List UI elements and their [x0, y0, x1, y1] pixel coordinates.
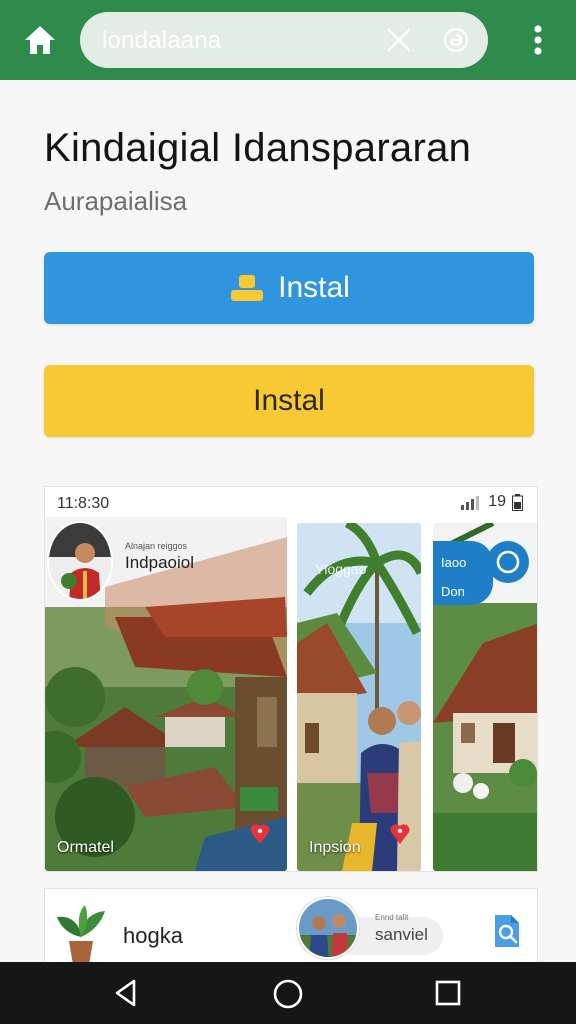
page-title: Kindaigial Idanspararan	[44, 126, 472, 170]
panel-2-label: Yloggao	[315, 561, 367, 577]
panel-2-caption: Inpsion	[309, 839, 361, 856]
user-chip-avatar	[297, 897, 359, 959]
home-circle-icon[interactable]	[272, 978, 304, 1010]
install-primary-label: Instal	[278, 271, 350, 304]
extension-button[interactable]	[442, 26, 470, 54]
panel-1-small-label: Alnajan reiggos	[125, 541, 188, 551]
page-subtitle: Aurapaialisa	[44, 186, 188, 216]
home-button[interactable]	[22, 22, 58, 58]
screen: londalaana Kindaigial Idanspararan Aurap…	[0, 0, 576, 1024]
install-button-primary[interactable]: Instal	[44, 252, 534, 324]
extension-icon	[443, 27, 469, 53]
install-button-secondary[interactable]: Instal	[44, 365, 534, 437]
status-right-text: 19	[488, 493, 506, 510]
record-icon	[496, 550, 520, 574]
heart-pin-icon[interactable]	[389, 821, 411, 845]
status-icons: 19	[460, 493, 523, 511]
screenshot-panel-3[interactable]: Iaoo Don	[433, 523, 537, 871]
status-time: 11:8:30	[57, 495, 110, 512]
install-secondary-label: Instal	[253, 384, 325, 417]
plant-icon	[57, 905, 105, 965]
related-app-title: hogka	[123, 923, 183, 948]
panel-1-caption: Ormatel	[57, 839, 114, 856]
app-detail-page: Kindaigial Idanspararan Aurapaialisa Ins…	[0, 80, 576, 978]
panel-3-badge-top: Iaoo	[441, 555, 467, 570]
home-icon	[25, 26, 55, 54]
signal-icon	[461, 496, 480, 510]
recent-apps-icon[interactable]	[434, 979, 462, 1007]
back-icon[interactable]	[112, 978, 142, 1008]
more-vert-icon	[534, 25, 542, 55]
browser-toolbar: londalaana	[0, 0, 576, 80]
panel-1-label: Indpaoiol	[125, 553, 195, 572]
url-bar[interactable]: londalaana	[80, 12, 488, 68]
panel-3-record-button[interactable]	[487, 541, 529, 583]
overflow-menu-button[interactable]	[528, 22, 548, 58]
url-text: londalaana	[102, 27, 222, 54]
user-icon	[231, 275, 264, 301]
profile-avatar	[47, 521, 113, 601]
screenshot-carousel[interactable]: 11:8:30 19 Alnajan reiggos Indpaoiol Orm…	[44, 486, 538, 872]
panel-3-badge: Iaoo Don	[433, 541, 493, 605]
search-doc-icon[interactable]	[491, 913, 523, 951]
screenshot-panel-2[interactable]: Yloggao Inpsion	[297, 523, 421, 871]
clear-url-button[interactable]	[386, 27, 412, 53]
system-nav-bar	[0, 962, 576, 1024]
user-chip-label: sanviel	[375, 925, 428, 944]
panel-3-badge-bottom: Don	[441, 584, 465, 599]
heart-pin-icon[interactable]	[249, 821, 271, 845]
close-icon	[387, 28, 411, 52]
battery-icon	[512, 493, 523, 511]
user-chip-small-label: Ennd talit	[375, 913, 409, 922]
screenshot-panel-1[interactable]: Alnajan reiggos Indpaoiol Ormatel	[45, 517, 287, 871]
